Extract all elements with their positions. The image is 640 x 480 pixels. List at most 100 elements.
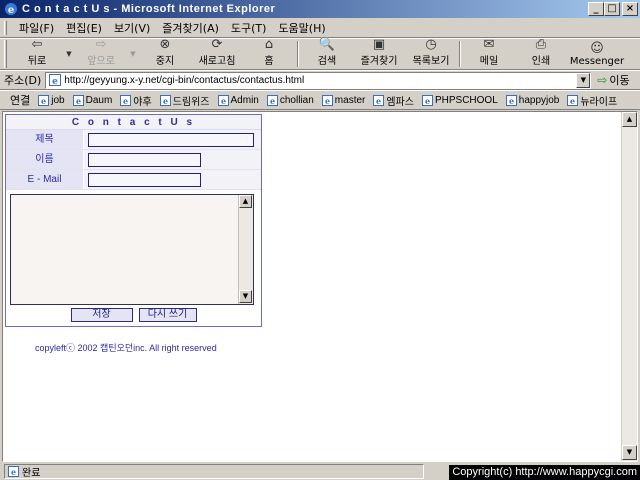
back-dropdown[interactable]: ▼ [63,39,75,69]
link-item[interactable]: e PHPSCHOOL [421,94,498,106]
link-label: Admin [230,94,259,106]
link-item[interactable]: e Daum [72,94,113,106]
address-dropdown-button[interactable]: ▼ [576,72,591,88]
svg-text:e: e [325,96,330,106]
link-label: 엠파스 [386,96,414,108]
svg-text:e: e [163,96,168,106]
email-row: E - Mail [6,170,261,190]
print-button[interactable]: ⎙ 인쇄 [515,37,567,69]
link-label: Daum [85,94,113,106]
menu-help[interactable]: 도움말(H) [272,20,331,36]
history-button[interactable]: ◷ 목록보기 [405,37,457,69]
menu-grip[interactable] [4,20,7,35]
page-scroll-up-button[interactable]: ▲ [622,112,637,127]
menu-view[interactable]: 보기(V) [108,20,156,36]
credit-overlay: Copyright(c) http://www.happycgi.com [449,465,640,480]
svg-text:e: e [123,96,128,106]
history-icon: ◷ [425,37,437,52]
page-scroll-down-button[interactable]: ▼ [622,445,637,460]
link-item[interactable]: e 엠파스 [373,93,414,108]
message-area: ▲ ▼ [10,194,254,305]
link-item[interactable]: e 뉴라이프 [567,93,617,108]
address-bar: 주소(D) e http://geyyung.x-y.net/cgi-bin/c… [0,70,640,90]
history-label: 목록보기 [412,56,450,67]
go-arrow-icon: ⇨ [597,73,608,87]
link-item[interactable]: e happyjob [505,94,559,106]
title-bar: e C o n t a c t U s - Microsoft Internet… [0,0,640,18]
toolbar-grip[interactable] [4,40,7,68]
link-label: 뉴라이프 [580,96,618,108]
ie-page-icon: e [505,94,517,106]
address-input[interactable]: e http://geyyung.x-y.net/cgi-bin/contact… [45,71,592,89]
home-icon: ⌂ [264,37,274,52]
reset-button[interactable]: 다시 쓰기 [138,308,197,322]
back-button[interactable]: ⇦ 뒤로 [11,37,63,69]
close-button[interactable]: × [622,2,638,16]
menu-tools[interactable]: 도구(T) [225,20,273,36]
go-label: 이동 [609,74,630,87]
mail-button[interactable]: ✉ 메일 [463,37,515,69]
toolbar-separator [297,41,299,67]
forward-dropdown[interactable]: ▼ [127,39,139,69]
link-label: 드림위즈 [172,96,210,108]
link-label: 야후 [133,96,152,108]
message-textarea[interactable] [11,195,237,304]
link-item[interactable]: e chollian [266,94,314,106]
subject-row: 제목 [6,130,261,150]
home-label: 홈 [264,56,274,67]
messenger-button[interactable]: ☺ Messenger [567,39,627,69]
svg-text:e: e [11,467,16,477]
link-item[interactable]: e 야후 [120,93,152,108]
stop-button[interactable]: ⊗ 중지 [139,37,191,69]
go-button[interactable]: ⇨ 이동 [597,72,629,88]
standard-toolbar: ⇦ 뒤로 ▼ ⇨ 앞으로 ▼ ⊗ 중지 ⟳ 새로고침 ⌂ 홈 🔍 검색 ▣ 즐겨… [0,37,640,70]
menu-file[interactable]: 파일(F) [13,20,60,36]
back-arrow-icon: ⇦ [31,37,43,52]
menu-favorites[interactable]: 즐겨찾기(A) [156,20,225,36]
save-button[interactable]: 저장 [70,308,133,322]
links-label: 연결 [10,94,31,107]
link-item[interactable]: e job [38,94,65,106]
message-scrollbar[interactable]: ▲ ▼ [238,195,253,304]
svg-text:e: e [220,96,225,106]
stop-icon: ⊗ [159,37,171,52]
maximize-button[interactable]: □ [604,2,620,16]
refresh-button[interactable]: ⟳ 새로고침 [191,37,243,69]
message-scroll-up-button[interactable]: ▲ [239,195,252,208]
link-item[interactable]: e master [321,94,365,106]
search-button[interactable]: 🔍 검색 [301,37,353,69]
ie-page-icon: e [72,94,84,106]
forward-button[interactable]: ⇨ 앞으로 [75,37,127,69]
link-item[interactable]: e 드림위즈 [159,93,210,108]
search-icon: 🔍 [318,37,336,52]
svg-text:e: e [425,96,430,106]
ie-page-icon: e [217,94,229,106]
link-label: PHPSCHOOL [434,94,498,106]
address-label: 주소(D) [4,74,42,87]
favorites-button[interactable]: ▣ 즐겨찾기 [353,37,405,69]
page-viewport: C o n t a c t U s 제목 이름 E - Mail ▲ ▼ 저장 … [2,111,638,462]
ie-page-icon: e [159,94,171,106]
contact-form: C o n t a c t U s 제목 이름 E - Mail ▲ ▼ 저장 … [5,114,262,327]
name-input[interactable] [88,152,201,167]
forward-label: 앞으로 [87,56,115,67]
svg-text:e: e [41,96,46,106]
home-button[interactable]: ⌂ 홈 [243,37,295,69]
toolbar-separator [459,41,461,67]
link-item[interactable]: e Admin [217,94,259,106]
message-scroll-down-button[interactable]: ▼ [239,290,252,303]
email-input[interactable] [88,172,201,187]
subject-input[interactable] [88,132,254,147]
svg-text:e: e [76,96,81,106]
search-label: 검색 [317,56,337,67]
minimize-button[interactable]: _ [588,2,604,16]
back-label: 뒤로 [27,56,47,67]
ie-page-icon: e [321,94,333,106]
messenger-person-icon: ☺ [590,40,604,56]
status-panel: e 완료 [4,463,424,479]
menu-edit[interactable]: 편집(E) [60,20,108,36]
page-scrollbar[interactable]: ▲ ▼ [621,112,637,461]
link-label: chollian [279,94,314,106]
email-label: E - Mail [6,170,84,189]
refresh-label: 새로고침 [198,56,236,67]
